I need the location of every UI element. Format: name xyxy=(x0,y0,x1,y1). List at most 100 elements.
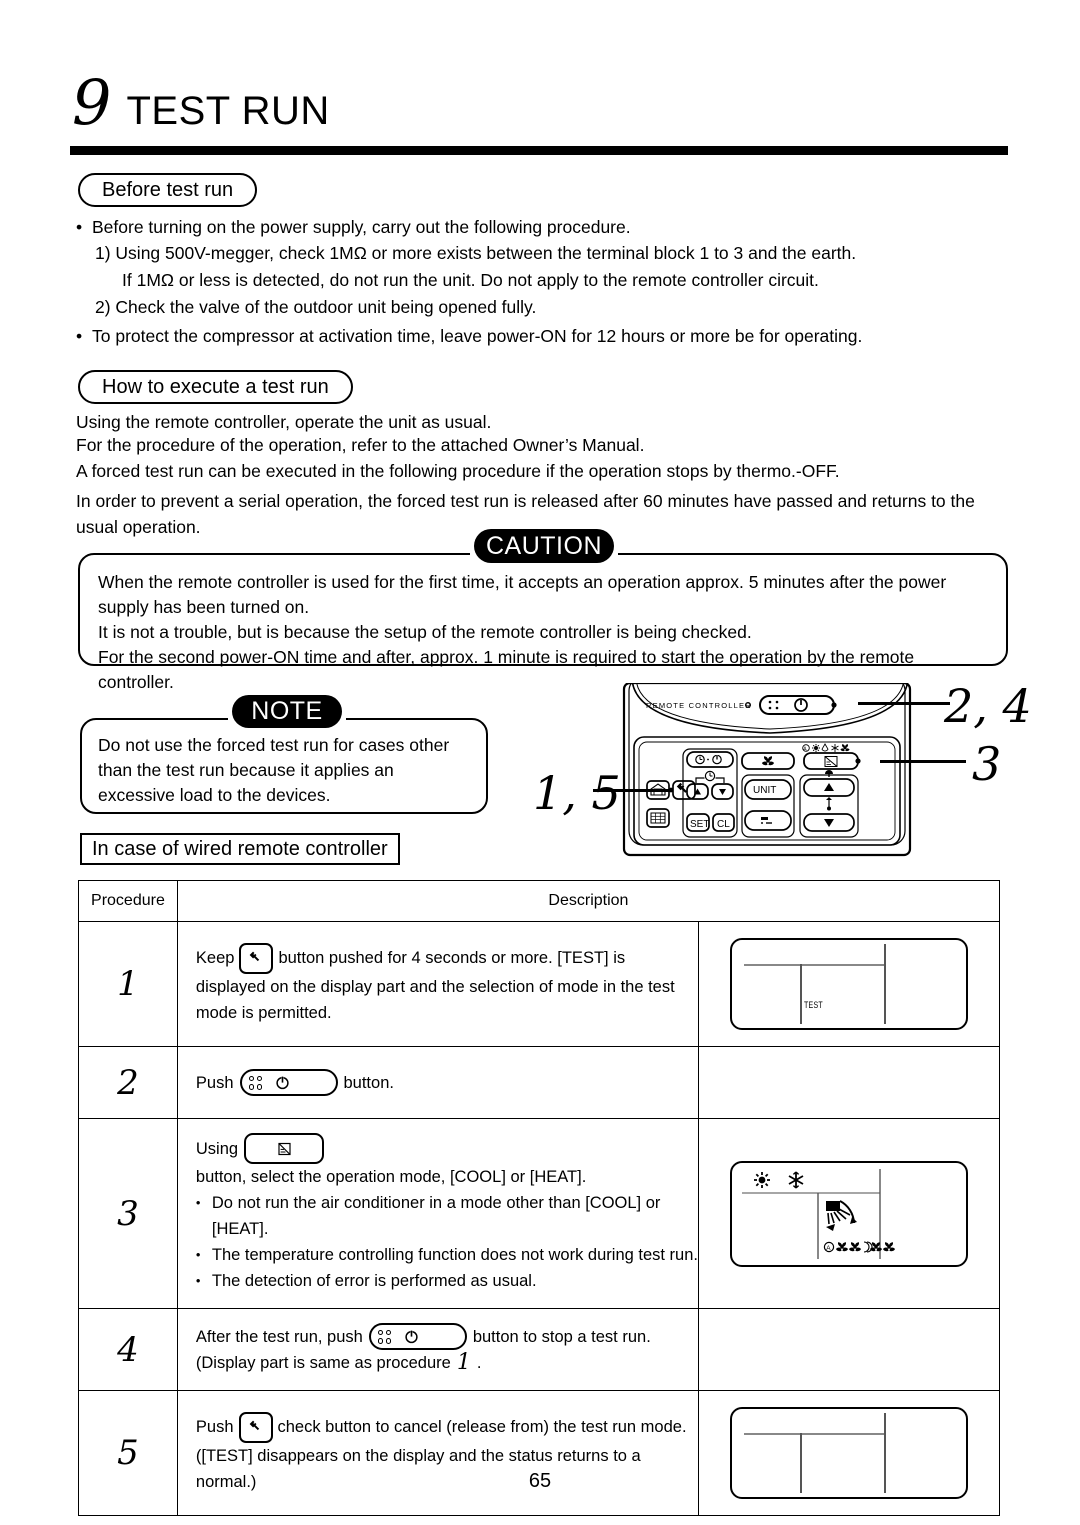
display-cell xyxy=(698,1046,1000,1119)
display-cell xyxy=(698,1390,1000,1516)
start-stop-button-icon xyxy=(368,1323,467,1350)
procedure-number-cell: 3 xyxy=(78,1118,178,1309)
power-icon xyxy=(405,1329,418,1344)
leader-line-3 xyxy=(880,760,966,763)
heat-snowflake-icon xyxy=(788,1170,804,1189)
remote-power-button xyxy=(759,695,835,715)
timer-clock-icon xyxy=(695,770,725,783)
check-button-icon xyxy=(238,1411,273,1443)
note-badge-label: NOTE xyxy=(251,697,323,725)
table-row: 1 Keep button pushed for 4 seconds or mo… xyxy=(78,921,1000,1047)
header-description: Description xyxy=(176,880,1001,922)
description-line: Push button. xyxy=(196,1069,698,1096)
lcd-hline xyxy=(744,964,885,966)
procedure-number-cell: 1 xyxy=(78,921,178,1047)
note-badge: NOTE xyxy=(232,695,342,728)
remote-timer-up-button xyxy=(686,783,709,800)
chapter-title: TEST RUN xyxy=(126,89,330,133)
desc-text-a: After the test run, push xyxy=(195,1327,363,1346)
remote-controller-diagram: REMOTE CONTROLLER A SET CL UNIT xyxy=(622,683,912,857)
svg-text:SET: SET xyxy=(690,819,709,830)
dot-matrix-icon xyxy=(248,1075,262,1090)
table-row: 2 Push button. xyxy=(78,1046,1000,1119)
desc-text-b: button pushed for 4 seconds or more. [TE… xyxy=(278,949,626,967)
title-rule xyxy=(70,146,1008,155)
temperature-icon xyxy=(825,770,833,777)
power-icon xyxy=(275,1075,289,1090)
section-heading-how-to-execute: How to execute a test run xyxy=(78,370,353,404)
remote-set-button: SET xyxy=(686,813,710,832)
remote-cl-button: CL xyxy=(712,813,735,832)
lcd-test-label: TEST xyxy=(804,1000,823,1010)
section-heading-label: Before test run xyxy=(102,178,234,201)
procedure-reference: 1 xyxy=(456,1350,471,1375)
bullet-dot: • xyxy=(76,217,83,237)
procedure-number: 4 xyxy=(117,1329,139,1370)
lcd-vline-1 xyxy=(800,964,802,1024)
table-header-row: Procedure Description xyxy=(78,880,1001,922)
procedure-description-cell: Keep button pushed for 4 seconds or more… xyxy=(176,921,700,1047)
desc-text-e: . xyxy=(476,1354,482,1372)
note-text: Do not use the forced test run for cases… xyxy=(98,735,450,805)
page-number: 65 xyxy=(528,1470,552,1492)
display-cell: A xyxy=(698,1118,1000,1309)
cool-sun-icon xyxy=(754,1171,771,1188)
remote-fan-button xyxy=(741,752,795,770)
description-line: Using button, select the operation mode,… xyxy=(196,1133,698,1190)
section-heading-wired-remote: In case of wired remote controller xyxy=(80,833,400,865)
desc-bullet-3: The detection of error is performed as u… xyxy=(196,1268,698,1294)
section-heading-label: How to execute a test run xyxy=(102,375,329,398)
leader-line-2-4 xyxy=(858,702,950,705)
remote-timer-down-button xyxy=(711,783,734,800)
procedure-number-cell: 2 xyxy=(78,1046,178,1119)
svg-text:A: A xyxy=(803,747,807,753)
desc-text-a: Push xyxy=(195,1418,234,1436)
remote-timer-button xyxy=(686,751,734,768)
caution-text: When the remote controller is used for t… xyxy=(98,570,994,695)
desc-text-b: button. xyxy=(343,1073,394,1092)
display-cell xyxy=(698,1308,1000,1391)
page-title: 9 TEST RUN xyxy=(72,72,330,134)
header-procedure: Procedure xyxy=(78,880,178,922)
remote-unit-button: UNIT xyxy=(744,779,792,800)
callout-1-5: 1, 5 xyxy=(533,766,621,820)
before-item-2: 2) Check the valve of the outdoor unit b… xyxy=(95,297,537,317)
remote-temp-down-button xyxy=(803,813,855,832)
thermo-icon xyxy=(826,797,832,811)
lcd-display: TEST xyxy=(730,938,969,1030)
caution-badge-label: CAUTION xyxy=(486,531,602,560)
remote-temp-up-button xyxy=(803,778,855,797)
table-row: 4 After the test run, push button to sto… xyxy=(78,1308,1000,1391)
callout-3: 3 xyxy=(972,737,1002,791)
remote-ventilation-button xyxy=(646,808,670,828)
table-row: 5 Push check button to cancel (release f… xyxy=(78,1390,1000,1516)
desc-text-a: Push xyxy=(195,1073,234,1092)
procedure-description-cell: After the test run, push button to stop … xyxy=(176,1308,700,1391)
procedure-number-cell: 4 xyxy=(78,1308,178,1391)
procedure-description-cell: Push button. xyxy=(176,1046,700,1119)
chapter-number: 9 xyxy=(72,66,111,139)
table-row: 3 Using button, select the operation mod… xyxy=(78,1118,1000,1309)
start-stop-button-icon xyxy=(239,1069,338,1096)
caution-line-1: When the remote controller is used for t… xyxy=(98,572,947,617)
procedure-number: 3 xyxy=(117,1193,139,1234)
desc-text-b: button to stop a test run. xyxy=(472,1327,651,1346)
before-bullet-2: • To protect the compressor at activatio… xyxy=(76,326,862,347)
procedure-number: 5 xyxy=(117,1433,139,1473)
lcd-vline-2 xyxy=(884,944,886,1024)
dot-matrix-icon xyxy=(377,1329,392,1344)
procedure-description: Using button, select the operation mode,… xyxy=(178,1119,698,1308)
desc-text-b: button, select the operation mode, [COOL… xyxy=(195,1168,587,1186)
caution-line-2: It is not a trouble, but is because the … xyxy=(98,622,752,642)
procedure-description-cell: Using button, select the operation mode,… xyxy=(176,1118,700,1309)
caution-badge: CAUTION xyxy=(474,529,614,563)
desc-text-c: (Display part is same as procedure xyxy=(195,1354,451,1372)
caution-line-3: For the second power-ON time and after, … xyxy=(98,647,915,692)
before-item-1b: If 1MΩ or less is detected, do not run t… xyxy=(122,270,819,290)
bullet-dot: • xyxy=(76,326,83,346)
fan-speed-icons: A xyxy=(823,1240,896,1253)
description-line: (Display part is same as procedure 1 . xyxy=(196,1350,698,1376)
callout-anchor-3 xyxy=(855,758,861,764)
procedure-description: After the test run, push button to stop … xyxy=(178,1309,698,1390)
desc-text-c: displayed on the display part and the se… xyxy=(195,977,675,1022)
